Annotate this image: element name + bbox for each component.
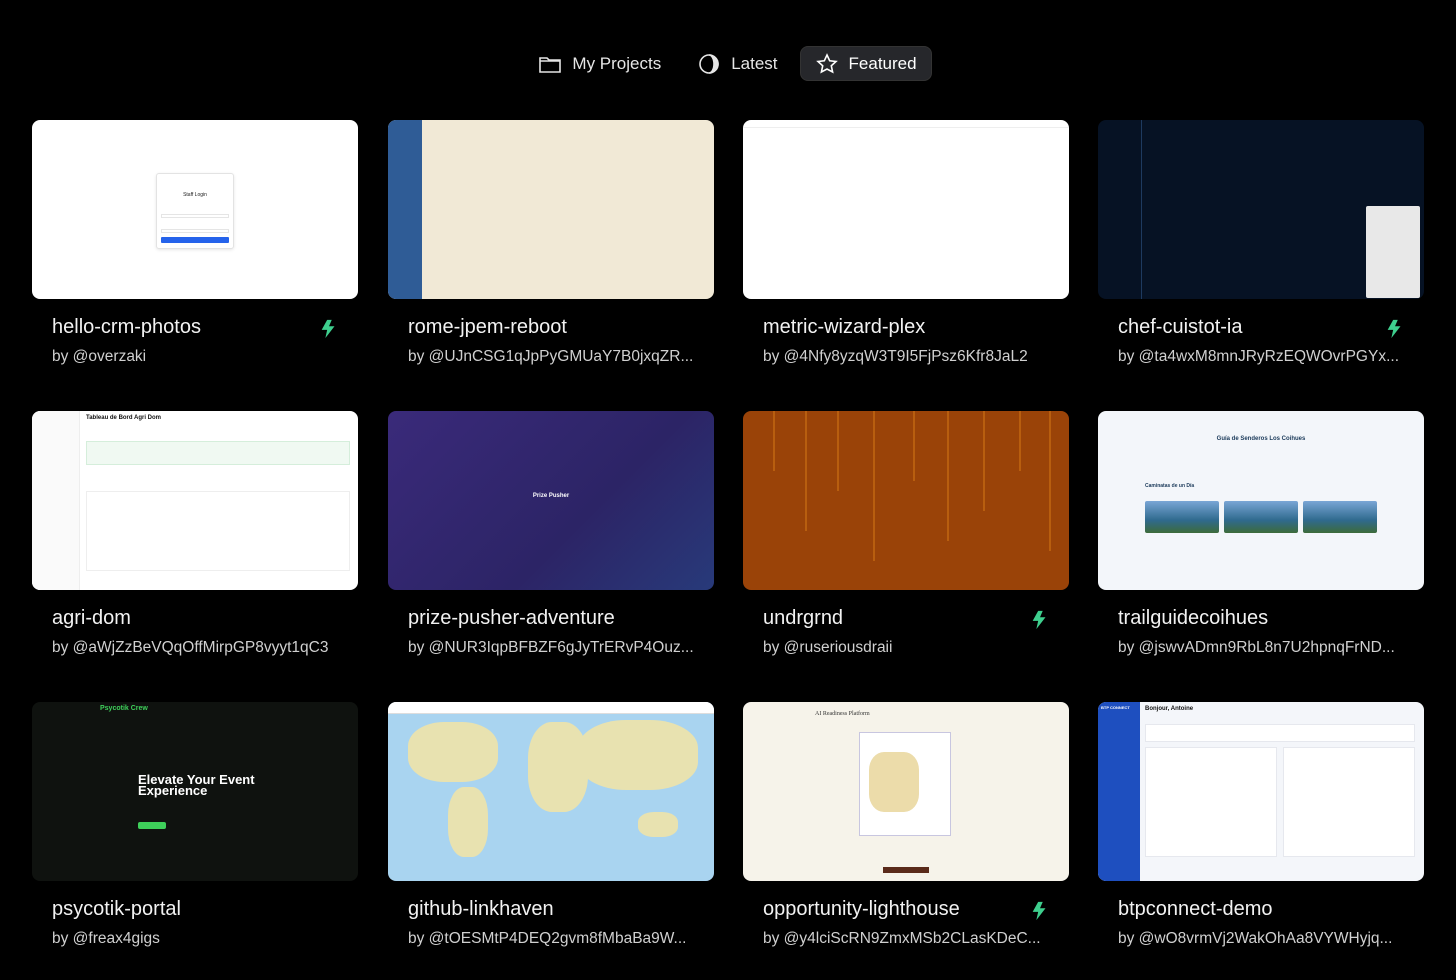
thumb-text: AI Readiness Platform	[815, 711, 870, 717]
project-thumbnail	[743, 411, 1069, 590]
thumb-text: Tableau de Bord Agri Dom	[86, 415, 162, 421]
project-title: github-linkhaven	[408, 898, 554, 920]
bolt-icon	[1387, 319, 1401, 339]
star-icon	[815, 52, 838, 74]
project-card[interactable]: Tableau de Bord Agri Dom agri-dom by @aW…	[32, 411, 358, 681]
project-title: undrgrnd	[763, 607, 844, 629]
project-author: by @aWjZzBeVQqOffMirpGP8vyyt1qC3	[52, 639, 329, 656]
tab-label: Featured	[848, 53, 917, 73]
project-card[interactable]: Staff Login hello-crm-photos by @overzak…	[32, 120, 358, 390]
project-thumbnail: AI Readiness Platform	[743, 702, 1069, 881]
tab-label: Latest	[731, 53, 778, 73]
thumb-text: Staff Login	[183, 192, 207, 198]
tab-label: My Projects	[572, 53, 662, 73]
project-author: by @overzaki	[52, 348, 147, 365]
thumb-text: Bonjour, Antoine	[1145, 706, 1194, 712]
half-circle-icon	[699, 53, 720, 74]
project-author: by @freax4gigs	[52, 930, 160, 947]
project-title: prize-pusher-adventure	[408, 607, 615, 629]
thumb-text: Guía de Senderos Los Coihues	[1216, 436, 1306, 442]
project-author: by @tOESMtP4DEQ2gvm8fMbaBa9W...	[408, 930, 687, 947]
project-author: by @jswvADmn9RbL8n7U2hpnqFrND...	[1118, 639, 1395, 656]
bolt-icon	[1032, 901, 1046, 921]
thumb-text: BTP CONNECT	[1101, 705, 1130, 710]
project-thumbnail	[388, 702, 714, 881]
project-thumbnail: Staff Login	[32, 120, 358, 299]
project-title: trailguidecoihues	[1118, 607, 1269, 629]
project-card[interactable]: BTP CONNECT Bonjour, Antoine btpconnect-…	[1098, 702, 1424, 972]
bolt-icon	[321, 319, 335, 339]
bolt-icon	[1032, 610, 1046, 630]
project-card[interactable]: rome-jpem-reboot by @UJnCSG1qJpPyGMUaY7B…	[388, 120, 714, 390]
project-author: by @wO8vrmVj2WakOhAa8VYWHyjq...	[1118, 930, 1393, 947]
project-author: by @UJnCSG1qJpPyGMUaY7B0jxqZR...	[408, 348, 694, 365]
project-author: by @NUR3IqpBFBZF6gJyTrERvP4Ouz...	[408, 639, 694, 656]
project-card[interactable]: Prize Pusher prize-pusher-adventure by @…	[388, 411, 714, 681]
project-card[interactable]: undrgrnd by @ruseriousdraii	[743, 411, 1069, 681]
project-title: psycotik-portal	[52, 898, 181, 920]
tab-latest[interactable]: Latest	[683, 46, 791, 81]
tab-bar: My Projects Latest Featured	[0, 46, 1456, 82]
project-thumbnail: Psycotik Crew Elevate Your Event Experie…	[32, 702, 358, 881]
tab-my-projects[interactable]: My Projects	[524, 46, 675, 81]
project-title: chef-cuistot-ia	[1118, 316, 1243, 338]
project-author: by @ruseriousdraii	[763, 639, 893, 656]
project-card[interactable]: github-linkhaven by @tOESMtP4DEQ2gvm8fMb…	[388, 702, 714, 972]
project-title: rome-jpem-reboot	[408, 316, 567, 338]
thumb-text: Caminatas de un Día	[1145, 483, 1195, 489]
thumb-text: Elevate Your Event Experience	[138, 772, 255, 798]
project-thumbnail: BTP CONNECT Bonjour, Antoine	[1098, 702, 1424, 881]
project-thumbnail	[743, 120, 1069, 299]
project-thumbnail	[1098, 120, 1424, 299]
project-title: agri-dom	[52, 607, 131, 629]
project-thumbnail: Tableau de Bord Agri Dom	[32, 411, 358, 590]
project-author: by @ta4wxM8mnJRyRzEQWOvrPGYx...	[1118, 348, 1399, 365]
thumb-text: Psycotik Crew	[100, 705, 148, 712]
project-card[interactable]: metric-wizard-plex by @4Nfy8yzqW3T9I5FjP…	[743, 120, 1069, 390]
project-card[interactable]: AI Readiness Platform opportunity-lighth…	[743, 702, 1069, 972]
project-author: by @y4lciScRN9ZmxMSb2CLasKDeC...	[763, 930, 1041, 947]
project-card[interactable]: Psycotik Crew Elevate Your Event Experie…	[32, 702, 358, 972]
folder-icon	[539, 56, 562, 73]
project-title: metric-wizard-plex	[763, 316, 926, 338]
project-card[interactable]: chef-cuistot-ia by @ta4wxM8mnJRyRzEQWOvr…	[1098, 120, 1424, 390]
login-preview: Staff Login	[156, 173, 234, 249]
project-title: hello-crm-photos	[52, 316, 201, 338]
project-card[interactable]: Guía de Senderos Los Coihues Caminatas d…	[1098, 411, 1424, 681]
thumb-text: Prize Pusher	[532, 493, 570, 499]
tab-featured[interactable]: Featured	[799, 46, 932, 81]
project-author: by @4Nfy8yzqW3T9I5FjPsz6Kfr8JaL2	[763, 348, 1028, 365]
project-thumbnail	[388, 120, 714, 299]
project-title: btpconnect-demo	[1118, 898, 1273, 920]
project-thumbnail: Prize Pusher	[388, 411, 714, 590]
project-thumbnail: Guía de Senderos Los Coihues Caminatas d…	[1098, 411, 1424, 590]
project-title: opportunity-lighthouse	[763, 898, 960, 920]
